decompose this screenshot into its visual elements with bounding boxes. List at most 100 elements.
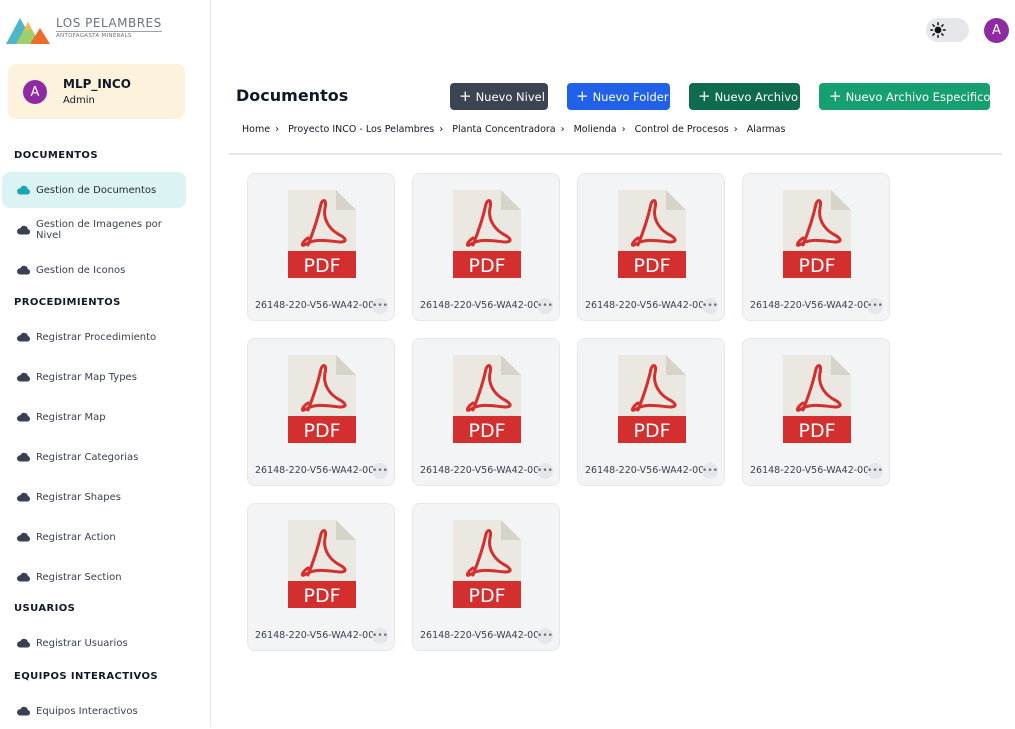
sidebar-section-title: DOCUMENTOS xyxy=(14,150,98,161)
more-options-icon[interactable]: ••• xyxy=(702,298,718,314)
breadcrumb-item[interactable]: Alarmas xyxy=(747,124,786,135)
breadcrumb-item[interactable]: Proyecto INCO - Los Pelambres xyxy=(288,124,434,135)
breadcrumb-item[interactable]: Control de Procesos xyxy=(635,124,729,135)
pdf-icon: PDF xyxy=(453,355,521,443)
pdf-label: PDF xyxy=(633,420,670,442)
file-card[interactable]: PDF 26148-220-V56-WA42-000 ••• xyxy=(412,173,560,321)
pdf-icon: PDF xyxy=(783,190,851,278)
chevron-right-icon: › xyxy=(733,124,738,135)
sidebar-section-title: PROCEDIMIENTOS xyxy=(14,297,121,308)
sidebar-item-registrar-usuarios[interactable]: Registrar Usuarios xyxy=(2,625,186,661)
sidebar-item-label: Registrar Section xyxy=(36,571,122,583)
new-specific-file-label: Nuevo Archivo Especifico xyxy=(845,89,991,104)
header-avatar[interactable]: A xyxy=(984,18,1009,43)
cloud-icon xyxy=(16,412,31,422)
sidebar-item-gestion-de-imagenes-por-nivel[interactable]: Gestion de Imagenes por Nivel xyxy=(2,212,186,248)
file-card[interactable]: PDF 26148-220-V56-WA42-000 ••• xyxy=(742,338,890,486)
user-card[interactable]: A MLP_INCO Admin xyxy=(8,64,185,119)
pdf-icon: PDF xyxy=(783,355,851,443)
pdf-label: PDF xyxy=(468,420,505,442)
pdf-icon: PDF xyxy=(288,190,356,278)
breadcrumb-item[interactable]: Home xyxy=(242,124,270,135)
sidebar-item-equipos-interactivos[interactable]: Equipos Interactivos xyxy=(2,693,186,729)
sidebar-item-registrar-map-types[interactable]: Registrar Map Types xyxy=(2,359,186,395)
file-card[interactable]: PDF 26148-220-V56-WA42-000 ••• xyxy=(412,338,560,486)
sidebar-item-gestion-de-iconos[interactable]: Gestion de Iconos xyxy=(2,252,186,288)
pdf-label: PDF xyxy=(303,585,340,607)
more-options-icon[interactable]: ••• xyxy=(537,298,553,314)
sidebar-item-registrar-section[interactable]: Registrar Section xyxy=(2,559,186,595)
more-options-icon[interactable]: ••• xyxy=(372,463,388,479)
plus-icon: + xyxy=(576,87,589,105)
chevron-right-icon: › xyxy=(439,124,444,135)
sidebar-item-label: Gestion de Documentos xyxy=(36,184,157,196)
more-options-icon[interactable]: ••• xyxy=(372,298,388,314)
breadcrumb: Home › Proyecto INCO - Los Pelambres › Plant… xyxy=(242,124,785,135)
sidebar-item-registrar-action[interactable]: Registrar Action xyxy=(2,519,186,555)
file-name: 26148-220-V56-WA42-000 xyxy=(255,465,373,476)
divider xyxy=(229,153,1002,155)
file-name: 26148-220-V56-WA42-000 xyxy=(585,465,703,476)
chevron-right-icon: › xyxy=(621,124,626,135)
more-options-icon[interactable]: ••• xyxy=(537,628,553,644)
new-specific-file-button[interactable]: + Nuevo Archivo Especifico xyxy=(819,83,990,110)
sidebar-item-label: Gestion de Iconos xyxy=(36,264,126,276)
sidebar-item-registrar-categorias[interactable]: Registrar Categorias xyxy=(2,439,186,475)
new-file-label: Nuevo Archivo xyxy=(714,89,799,104)
brand-logo[interactable]: LOS PELAMBRES ANTOFAGASTA MINERALS xyxy=(6,10,162,44)
sidebar-item-label: Registrar Usuarios xyxy=(36,637,128,649)
sidebar-item-label: Registrar Map xyxy=(36,411,106,423)
theme-toggle[interactable] xyxy=(926,18,969,42)
breadcrumb-item[interactable]: Molienda xyxy=(574,124,617,135)
more-options-icon[interactable]: ••• xyxy=(867,298,883,314)
file-card[interactable]: PDF 26148-220-V56-WA42-001 ••• xyxy=(247,503,395,651)
page-title: Documentos xyxy=(236,86,349,105)
pdf-icon: PDF xyxy=(618,355,686,443)
cloud-icon xyxy=(16,638,31,648)
pdf-icon: PDF xyxy=(288,355,356,443)
file-name: 26148-220-V56-WA42-000 xyxy=(420,300,538,311)
pdf-icon: PDF xyxy=(618,190,686,278)
plus-icon: + xyxy=(698,87,711,105)
sidebar-section-title: EQUIPOS INTERACTIVOS xyxy=(14,671,159,682)
file-card[interactable]: PDF 26148-220-V56-WA42-000 ••• xyxy=(742,173,890,321)
file-card[interactable]: PDF 26148-220-V56-WA42-000 ••• xyxy=(247,338,395,486)
file-card[interactable]: PDF 26148-220-V56-WA42-001 ••• xyxy=(412,503,560,651)
cloud-icon xyxy=(16,265,31,275)
user-role: Admin xyxy=(63,95,95,106)
file-card[interactable]: PDF 26148-220-V56-WA42-000 ••• xyxy=(247,173,395,321)
cloud-icon xyxy=(16,452,31,462)
pdf-label: PDF xyxy=(633,255,670,277)
pdf-label: PDF xyxy=(468,255,505,277)
cloud-icon xyxy=(16,185,31,195)
sidebar-item-label: Equipos Interactivos xyxy=(36,705,138,717)
sidebar-item-gestion-de-documentos[interactable]: Gestion de Documentos xyxy=(2,172,186,208)
brand-title: LOS PELAMBRES xyxy=(56,15,162,30)
new-folder-button[interactable]: + Nuevo Folder xyxy=(567,83,670,110)
sidebar-item-registrar-map[interactable]: Registrar Map xyxy=(2,399,186,435)
sidebar-item-registrar-procedimiento[interactable]: Registrar Procedimiento xyxy=(2,319,186,355)
chevron-right-icon: › xyxy=(560,124,565,135)
more-options-icon[interactable]: ••• xyxy=(537,463,553,479)
sidebar: LOS PELAMBRES ANTOFAGASTA MINERALS A MLP… xyxy=(0,0,211,727)
logo-icon xyxy=(6,18,50,44)
pdf-label: PDF xyxy=(798,255,835,277)
file-name: 26148-220-V56-WA42-000 xyxy=(750,465,868,476)
sidebar-item-label: Registrar Shapes xyxy=(36,491,121,503)
cloud-icon xyxy=(16,332,31,342)
pdf-icon: PDF xyxy=(453,190,521,278)
more-options-icon[interactable]: ••• xyxy=(702,463,718,479)
file-name: 26148-220-V56-WA42-001 xyxy=(255,630,373,641)
file-card[interactable]: PDF 26148-220-V56-WA42-000 ••• xyxy=(577,173,725,321)
sidebar-item-registrar-shapes[interactable]: Registrar Shapes xyxy=(2,479,186,515)
more-options-icon[interactable]: ••• xyxy=(867,463,883,479)
sun-icon xyxy=(930,22,946,38)
sidebar-item-label: Registrar Procedimiento xyxy=(36,331,157,343)
user-name: MLP_INCO xyxy=(63,77,131,91)
new-level-button[interactable]: + Nuevo Nivel xyxy=(450,83,548,110)
more-options-icon[interactable]: ••• xyxy=(372,628,388,644)
new-file-button[interactable]: + Nuevo Archivo xyxy=(689,83,800,110)
pdf-label: PDF xyxy=(303,420,340,442)
file-card[interactable]: PDF 26148-220-V56-WA42-000 ••• xyxy=(577,338,725,486)
breadcrumb-item[interactable]: Planta Concentradora xyxy=(452,124,555,135)
